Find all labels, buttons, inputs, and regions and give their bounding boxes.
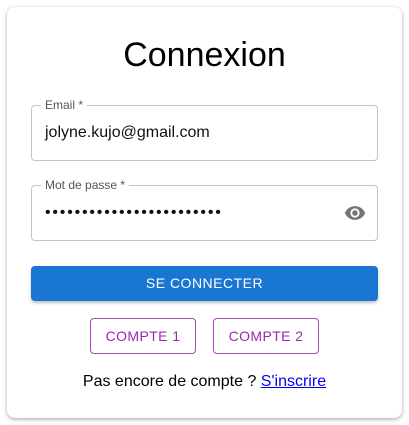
email-input-value[interactable]: jolyne.kujo@gmail.com bbox=[45, 106, 210, 160]
password-input-value[interactable]: •••••••••••••••••••••••• bbox=[45, 186, 223, 240]
signup-link[interactable]: S'inscrire bbox=[261, 373, 326, 390]
password-field[interactable]: Mot de passe * •••••••••••••••••••••••• bbox=[31, 178, 378, 241]
login-card: Connexion Email * jolyne.kujo@gmail.com … bbox=[7, 7, 402, 418]
eye-icon[interactable] bbox=[343, 202, 367, 224]
page-title: Connexion bbox=[123, 36, 286, 74]
email-field[interactable]: Email * jolyne.kujo@gmail.com bbox=[31, 98, 378, 161]
login-button[interactable]: SE CONNECTER bbox=[31, 266, 378, 301]
signup-prompt: Pas encore de compte ? S'inscrire bbox=[7, 372, 402, 392]
signup-text: Pas encore de compte ? bbox=[82, 373, 257, 390]
account-1-button[interactable]: COMPTE 1 bbox=[90, 318, 196, 354]
account-2-button[interactable]: COMPTE 2 bbox=[213, 318, 319, 354]
